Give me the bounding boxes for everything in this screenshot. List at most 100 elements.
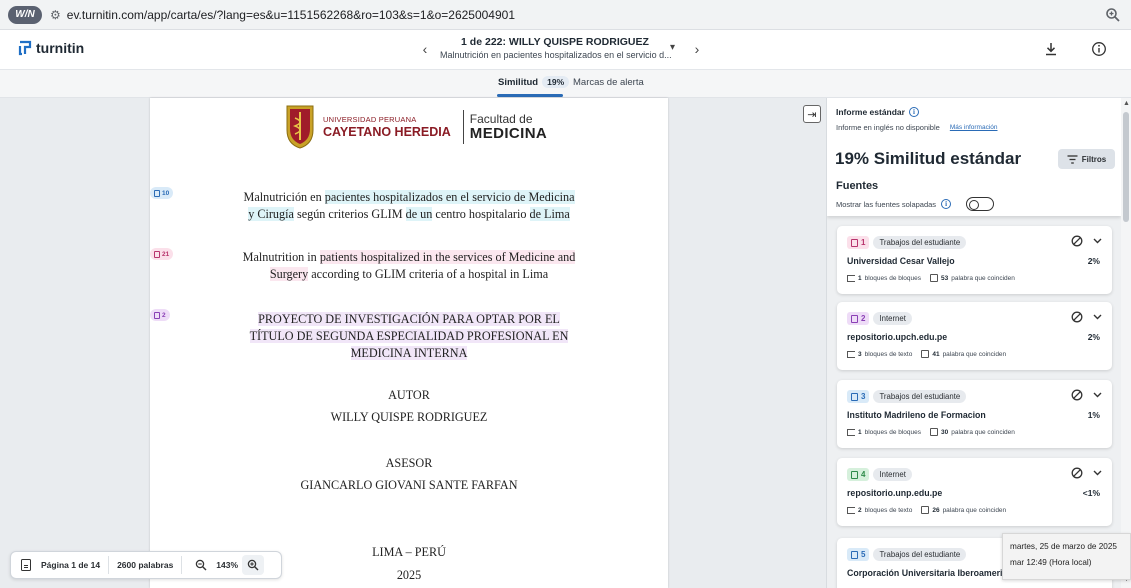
chevron-down-icon[interactable] bbox=[1093, 470, 1102, 476]
source-number: 1 bbox=[861, 238, 866, 247]
document-icon bbox=[851, 314, 858, 323]
scroll-up-icon[interactable]: ▲ bbox=[1123, 100, 1130, 107]
toolbar-divider bbox=[108, 556, 110, 574]
source-card[interactable]: 3 Trabajos del estudiante Instituto Madril… bbox=[837, 380, 1112, 448]
exclude-source-icon[interactable] bbox=[1071, 311, 1083, 323]
highlighted-match[interactable]: y Cirugía bbox=[248, 207, 294, 221]
source-number-chip: 4 bbox=[847, 468, 870, 481]
source-number: 3 bbox=[861, 392, 866, 401]
source-card[interactable]: 2 Internet repositorio.upch.edu.pe 2% 3 bloqu… bbox=[837, 302, 1112, 370]
source-card-header: 2 Internet bbox=[847, 312, 912, 325]
source-card-header: 4 Internet bbox=[847, 468, 912, 481]
source-card-header: 3 Trabajos del estudiante bbox=[847, 390, 967, 403]
zoom-out-button[interactable] bbox=[190, 555, 212, 575]
source-percentage: 1% bbox=[1087, 410, 1100, 420]
text-segment: centro hospitalario bbox=[432, 207, 530, 221]
highlighted-match[interactable]: de Lima bbox=[529, 207, 570, 221]
chevron-down-icon[interactable] bbox=[1093, 238, 1102, 244]
extension-badge[interactable]: W/N bbox=[8, 5, 42, 24]
tab-similarity[interactable]: Similitud 19% bbox=[498, 76, 570, 88]
advisor-heading: ASESOR bbox=[385, 456, 433, 470]
similarity-pill: 19% bbox=[542, 76, 570, 88]
source-name[interactable]: repositorio.unp.edu.pe bbox=[847, 488, 1052, 498]
source-name[interactable]: Universidad Cesar Vallejo bbox=[847, 256, 1052, 266]
source-card-actions bbox=[1071, 235, 1102, 247]
submission-dropdown-icon[interactable]: ▾ bbox=[670, 42, 675, 53]
source-card[interactable]: 1 Trabajos del estudiante Universidad Cesa… bbox=[837, 226, 1112, 294]
tab-flags[interactable]: Marcas de alerta bbox=[573, 77, 644, 88]
faculty-line2: MEDICINA bbox=[469, 125, 548, 142]
words-label: palabra que coinciden bbox=[951, 428, 1015, 436]
next-submission-button[interactable]: › bbox=[688, 40, 706, 58]
blocks-label: bloques de bloques bbox=[864, 274, 922, 282]
highlighted-match[interactable]: Surgery bbox=[269, 267, 309, 281]
turnitin-mark-icon bbox=[18, 40, 32, 56]
document-icon bbox=[851, 238, 858, 247]
info-icon[interactable]: i bbox=[908, 107, 919, 117]
highlighted-match[interactable]: patients hospitalized in the services of… bbox=[319, 250, 576, 264]
source-meta: 1 bloques de bloques 53 palabra que coincid… bbox=[847, 274, 1015, 282]
highlighted-match[interactable]: MEDICINA INTERNA bbox=[350, 346, 468, 360]
report-type: Informe estándar i bbox=[836, 107, 919, 117]
source-type-chip: Trabajos del estudiante bbox=[873, 390, 967, 403]
zoom-icon[interactable] bbox=[1105, 7, 1121, 23]
source-number-chip: 5 bbox=[847, 548, 870, 561]
exclude-source-icon[interactable] bbox=[1071, 235, 1083, 247]
info-icon[interactable]: i bbox=[941, 199, 952, 209]
source-name[interactable]: Instituto Madrileno de Formacion bbox=[847, 410, 1052, 420]
prev-submission-button[interactable]: ‹ bbox=[416, 40, 434, 58]
highlighted-match[interactable]: PROYECTO DE INVESTIGACIÓN PARA OPTAR POR… bbox=[258, 312, 560, 326]
blocks-count: 1 bbox=[858, 274, 862, 282]
site-settings-icon[interactable]: ⚙ bbox=[50, 8, 61, 22]
filters-button[interactable]: Filtros bbox=[1058, 149, 1115, 169]
overlap-toggle[interactable] bbox=[966, 197, 995, 211]
tab-similarity-label: Similitud bbox=[498, 76, 539, 88]
chevron-down-icon[interactable] bbox=[1093, 314, 1102, 320]
words-count: 30 bbox=[941, 428, 949, 436]
text-segment: Malnutrition in bbox=[242, 250, 320, 264]
source-number-chip: 3 bbox=[847, 390, 870, 403]
submission-subtitle: Malnutrición en pacientes hospitalizados… bbox=[440, 50, 672, 60]
page-indicator[interactable]: Página 1 de 14 bbox=[41, 560, 100, 570]
source-number-chip: 1 bbox=[847, 236, 870, 249]
active-tab-indicator bbox=[497, 94, 563, 97]
source-percentage: <1% bbox=[1082, 488, 1100, 498]
exclude-source-icon[interactable] bbox=[1071, 467, 1083, 479]
overlap-label: Mostrar las fuentes solapadas bbox=[836, 199, 937, 209]
matching-words-icon bbox=[930, 274, 939, 282]
more-info-link[interactable]: Más información bbox=[950, 124, 998, 132]
matching-words-icon bbox=[930, 428, 939, 436]
report-label: Informe estándar bbox=[836, 107, 905, 117]
highlighted-match[interactable]: TÍTULO DE SEGUNDA ESPECIALIDAD PROFESION… bbox=[249, 329, 569, 343]
overlap-row: Mostrar las fuentes solapadas i bbox=[836, 197, 995, 211]
panel-scrollbar[interactable]: ▲ ▼ bbox=[1121, 98, 1131, 588]
zoom-in-button[interactable] bbox=[242, 555, 265, 575]
source-card[interactable]: 4 Internet repositorio.unp.edu.pe <1% 2 bloqu… bbox=[837, 458, 1112, 526]
english-note-text: Informe en inglés no disponible bbox=[836, 123, 940, 132]
source-meta: 2 bloques de texto 26 palabra que coinciden bbox=[847, 506, 1006, 514]
source-meta: 1 bloques de bloques 30 palabra que coincid… bbox=[847, 428, 1015, 436]
scroll-thumb[interactable] bbox=[1123, 112, 1129, 222]
collapse-panel-button[interactable]: ⇥ bbox=[803, 105, 821, 123]
turnitin-logo[interactable]: turnitin bbox=[18, 40, 84, 56]
highlighted-match[interactable]: pacientes hospitalizados en el servicio … bbox=[324, 190, 575, 204]
text-segment: Malnutrición en bbox=[243, 190, 325, 204]
matching-words-icon bbox=[921, 506, 930, 514]
author-name: WILLY QUISPE RODRIGUEZ bbox=[330, 410, 488, 424]
chevron-down-icon[interactable] bbox=[1093, 392, 1102, 398]
exclude-source-icon[interactable] bbox=[1071, 389, 1083, 401]
title-english: Malnutrition in patients hospitalized in… bbox=[150, 249, 668, 283]
highlighted-match[interactable]: de un bbox=[405, 207, 433, 221]
brand-name: turnitin bbox=[36, 40, 85, 56]
university-name: UNIVERSIDAD PERUANA CAYETANO HEREDIA bbox=[323, 116, 451, 138]
university-crest-icon bbox=[286, 105, 314, 149]
source-type-chip: Internet bbox=[873, 312, 912, 325]
blocks-label: bloques de texto bbox=[864, 350, 913, 358]
url-text[interactable]: ev.turnitin.com/app/carta/es/?lang=es&u=… bbox=[67, 8, 515, 22]
toolbar-divider bbox=[181, 556, 183, 574]
download-icon[interactable] bbox=[1043, 41, 1059, 57]
words-count: 41 bbox=[932, 350, 940, 358]
info-icon[interactable] bbox=[1091, 41, 1107, 57]
source-name[interactable]: repositorio.upch.edu.pe bbox=[847, 332, 1052, 342]
word-count: 2600 palabras bbox=[117, 560, 174, 570]
